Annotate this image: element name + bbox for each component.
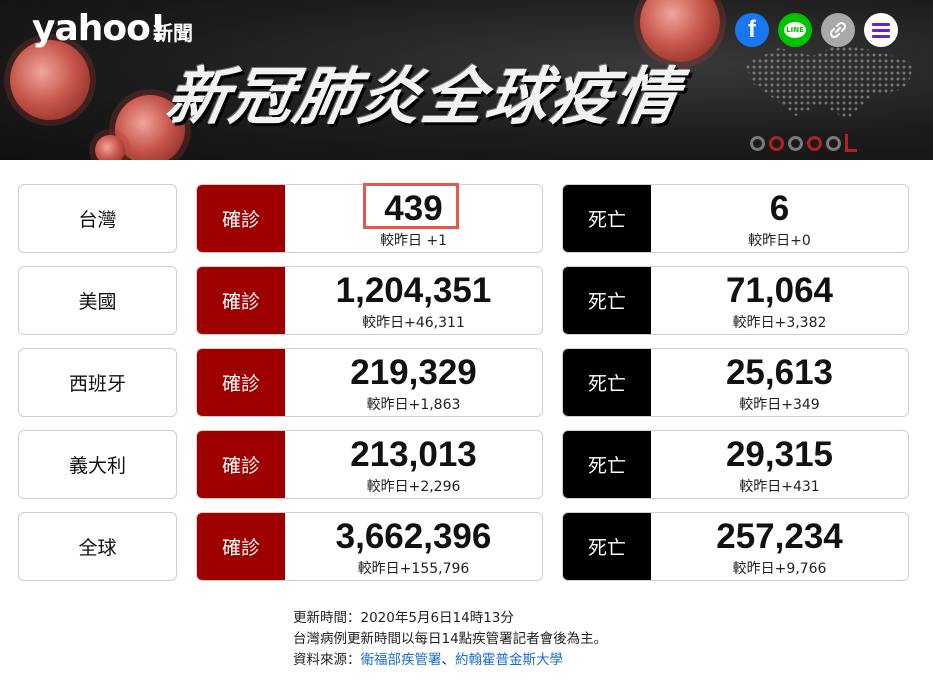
source-separator: 、 — [441, 652, 456, 668]
confirmed-card: 確診 219,329 較昨日+1,863 — [196, 348, 543, 417]
deaths-count: 6 — [769, 189, 790, 228]
confirmed-card: 確診 1,204,351 較昨日+46,311 — [196, 266, 543, 335]
update-note: 台灣病例更新時間以每日14點疾管署記者會後為主。 — [293, 631, 608, 647]
source-line: 資料來源：衛福部疾管署、約翰霍普金斯大學 — [293, 650, 607, 671]
confirmed-count: 1,204,351 — [335, 271, 492, 310]
deaths-count: 71,064 — [725, 271, 834, 310]
confirmed-tag: 確診 — [197, 349, 285, 416]
confirmed-tag: 確診 — [197, 267, 285, 334]
line-share-button[interactable]: LINE — [778, 13, 812, 47]
world-map-decoration — [745, 44, 915, 120]
source-link-jhu[interactable]: 約翰霍普金斯大學 — [455, 652, 563, 668]
facebook-share-button[interactable]: f — [735, 13, 769, 47]
confirmed-card: 確診 213,013 較昨日+2,296 — [196, 430, 543, 499]
confirmed-tag: 確診 — [197, 185, 285, 252]
banner-logo-decoration — [750, 134, 857, 152]
virus-decoration — [95, 135, 125, 160]
deaths-count: 29,315 — [725, 435, 834, 474]
country-label: 全球 — [18, 512, 177, 581]
deaths-delta: 較昨日+349 — [739, 397, 820, 413]
virus-decoration — [10, 40, 90, 120]
facebook-icon: f — [748, 16, 756, 43]
news-section-label[interactable]: 新聞 — [153, 17, 193, 46]
confirmed-tag: 確診 — [197, 431, 285, 498]
line-icon: LINE — [784, 22, 806, 38]
country-label: 台灣 — [18, 184, 177, 253]
deaths-tag: 死亡 — [563, 349, 651, 416]
confirmed-delta: 較昨日+155,796 — [357, 561, 470, 577]
deaths-card: 死亡 29,315 較昨日+431 — [562, 430, 909, 499]
confirmed-delta: 較昨日+46,311 — [362, 315, 465, 331]
deaths-card: 死亡 71,064 較昨日+3,382 — [562, 266, 909, 335]
stats-row: 義大利 確診 213,013 較昨日+2,296 死亡 29,315 較昨日+4… — [18, 430, 910, 499]
deaths-tag: 死亡 — [563, 431, 651, 498]
deaths-delta: 較昨日+3,382 — [732, 315, 827, 331]
deaths-delta: 較昨日+0 — [748, 233, 811, 249]
deaths-tag: 死亡 — [563, 185, 651, 252]
deaths-tag: 死亡 — [563, 267, 651, 334]
stats-row: 全球 確診 3,662,396 較昨日+155,796 死亡 257,234 較… — [18, 512, 910, 581]
deaths-card: 死亡 25,613 較昨日+349 — [562, 348, 909, 417]
deaths-count: 257,234 — [716, 517, 843, 556]
deaths-card: 死亡 257,234 較昨日+9,766 — [562, 512, 909, 581]
confirmed-count: 213,013 — [350, 435, 477, 474]
confirmed-count: 3,662,396 — [335, 517, 492, 556]
stats-row: 台灣 確診 439 較昨日 +1 死亡 6 較昨日+0 — [18, 184, 910, 253]
confirmed-delta: 較昨日 +1 — [379, 233, 448, 249]
deaths-delta: 較昨日+9,766 — [732, 561, 827, 577]
menu-icon — [872, 22, 890, 38]
page-title: 新冠肺炎全球疫情 — [160, 60, 686, 133]
deaths-card: 死亡 6 較昨日+0 — [562, 184, 909, 253]
copy-link-button[interactable] — [821, 13, 855, 47]
deaths-tag: 死亡 — [563, 513, 651, 580]
confirmed-delta: 較昨日+2,296 — [366, 479, 461, 495]
deaths-delta: 較昨日+431 — [739, 479, 820, 495]
stats-row: 西班牙 確診 219,329 較昨日+1,863 死亡 25,613 較昨日+3… — [18, 348, 910, 417]
country-label: 美國 — [18, 266, 177, 335]
deaths-count: 25,613 — [725, 353, 834, 392]
menu-button[interactable] — [864, 13, 898, 47]
footer-notes: 更新時間：2020年5月6日14時13分 台灣病例更新時間以每日14點疾管署記者… — [293, 608, 607, 671]
confirmed-delta: 較昨日+1,863 — [366, 397, 461, 413]
yahoo-logo[interactable]: yahoo! — [32, 8, 166, 49]
stats-row: 美國 確診 1,204,351 較昨日+46,311 死亡 71,064 較昨日… — [18, 266, 910, 335]
confirmed-card: 確診 3,662,396 較昨日+155,796 — [196, 512, 543, 581]
update-time: 更新時間：2020年5月6日14時13分 — [293, 610, 514, 626]
country-label: 義大利 — [18, 430, 177, 499]
source-link-cdc[interactable]: 衛福部疾管署 — [361, 652, 442, 668]
country-label: 西班牙 — [18, 348, 177, 417]
header-banner: yahoo! 新聞 新冠肺炎全球疫情 f LINE — [0, 0, 933, 160]
confirmed-count: 219,329 — [350, 353, 477, 392]
confirmed-tag: 確診 — [197, 513, 285, 580]
source-label: 資料來源： — [293, 652, 361, 668]
link-icon — [829, 21, 847, 39]
highlight-annotation — [363, 183, 459, 229]
